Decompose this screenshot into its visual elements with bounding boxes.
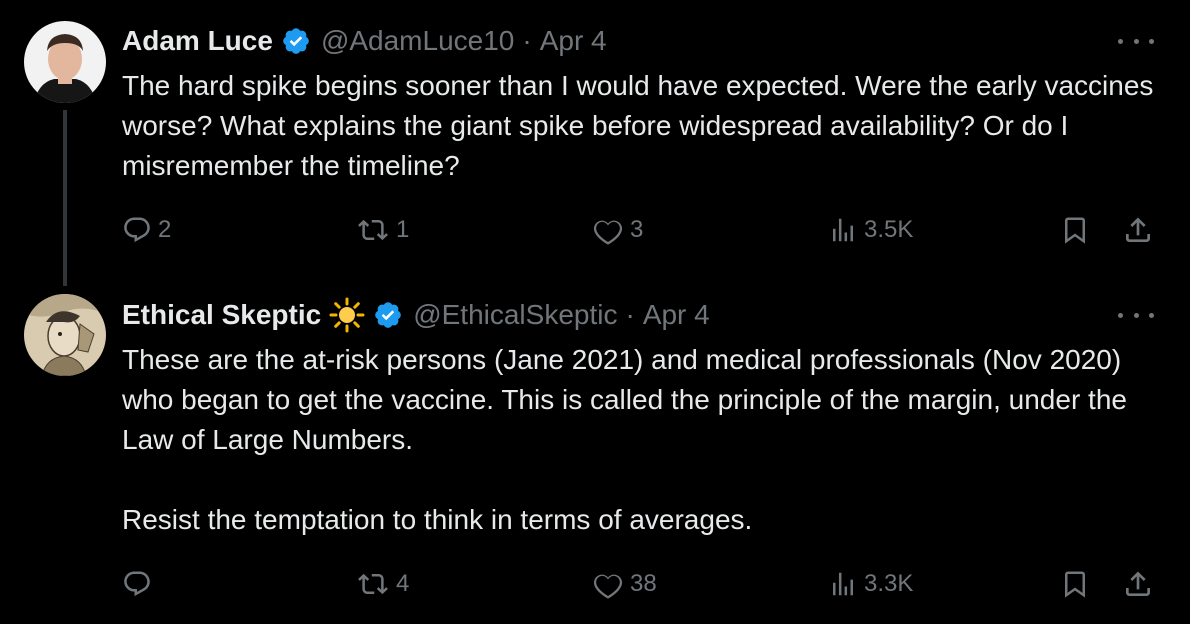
tweet-text: These are the at-risk persons (Jane 2021… — [122, 344, 1127, 535]
reply-button[interactable]: 2 — [122, 210, 171, 250]
tweet-text: The hard spike begins sooner than I woul… — [122, 70, 1162, 181]
separator-dot: · — [522, 25, 532, 56]
timestamp[interactable]: Apr 4 — [540, 25, 607, 57]
handle[interactable]: @EthicalSkeptic — [413, 299, 617, 331]
verified-badge-icon — [281, 26, 311, 56]
repost-count: 1 — [396, 216, 410, 243]
avatar[interactable] — [24, 294, 106, 376]
more-icon[interactable] — [1118, 305, 1154, 325]
repost-count: 4 — [396, 570, 410, 597]
separator-dot: · — [625, 299, 635, 330]
verified-badge-icon — [373, 300, 403, 330]
action-bar: 4 38 3.3K — [0, 564, 1190, 604]
repost-button[interactable]: 1 — [356, 210, 409, 250]
tweet-1[interactable]: Adam Luce @AdamLuce10 · Apr 4 The hard s… — [0, 0, 1190, 280]
handle[interactable]: @AdamLuce10 — [321, 25, 514, 57]
display-name[interactable]: Adam Luce — [122, 25, 273, 57]
like-count: 3 — [630, 216, 644, 243]
like-count: 38 — [630, 570, 657, 597]
share-button[interactable] — [1122, 564, 1154, 604]
views-button[interactable]: 3.3K — [828, 564, 913, 604]
reply-icon — [124, 217, 150, 243]
bookmark-button[interactable] — [1060, 564, 1090, 604]
like-icon — [593, 220, 623, 245]
repost-icon — [358, 219, 388, 241]
bookmark-button[interactable] — [1060, 210, 1090, 250]
tweet-header: Ethical Skeptic @EthicalSkeptic · Apr 4 — [122, 297, 710, 333]
view-count: 3.5K — [864, 216, 914, 243]
share-icon — [1126, 217, 1150, 242]
share-button[interactable] — [1122, 210, 1154, 250]
like-button[interactable]: 38 — [592, 564, 657, 604]
tweet-header: Adam Luce @AdamLuce10 · Apr 4 — [122, 24, 607, 58]
reply-count: 2 — [158, 216, 172, 243]
timestamp[interactable]: Apr 4 — [643, 299, 710, 331]
tweet-2[interactable]: Ethical Skeptic @EthicalSkeptic · Apr 4 … — [0, 280, 1190, 624]
views-button[interactable]: 3.5K — [828, 210, 913, 250]
avatar[interactable] — [24, 21, 106, 103]
reply-button[interactable] — [122, 564, 158, 604]
repost-button[interactable]: 4 — [356, 564, 409, 604]
view-count: 3.3K — [864, 570, 914, 597]
bookmark-icon — [1065, 217, 1085, 244]
more-icon[interactable] — [1118, 31, 1154, 51]
display-name[interactable]: Ethical Skeptic — [122, 299, 321, 331]
views-icon — [833, 218, 853, 242]
sun-emoji-icon — [329, 297, 365, 333]
action-bar: 2 1 3 3.5K — [0, 210, 1190, 250]
reply-icon — [124, 571, 150, 597]
repost-icon — [358, 573, 388, 595]
views-icon — [833, 572, 853, 596]
bookmark-icon — [1065, 571, 1085, 598]
share-icon — [1126, 571, 1150, 596]
like-icon — [593, 574, 623, 599]
like-button[interactable]: 3 — [592, 210, 643, 250]
